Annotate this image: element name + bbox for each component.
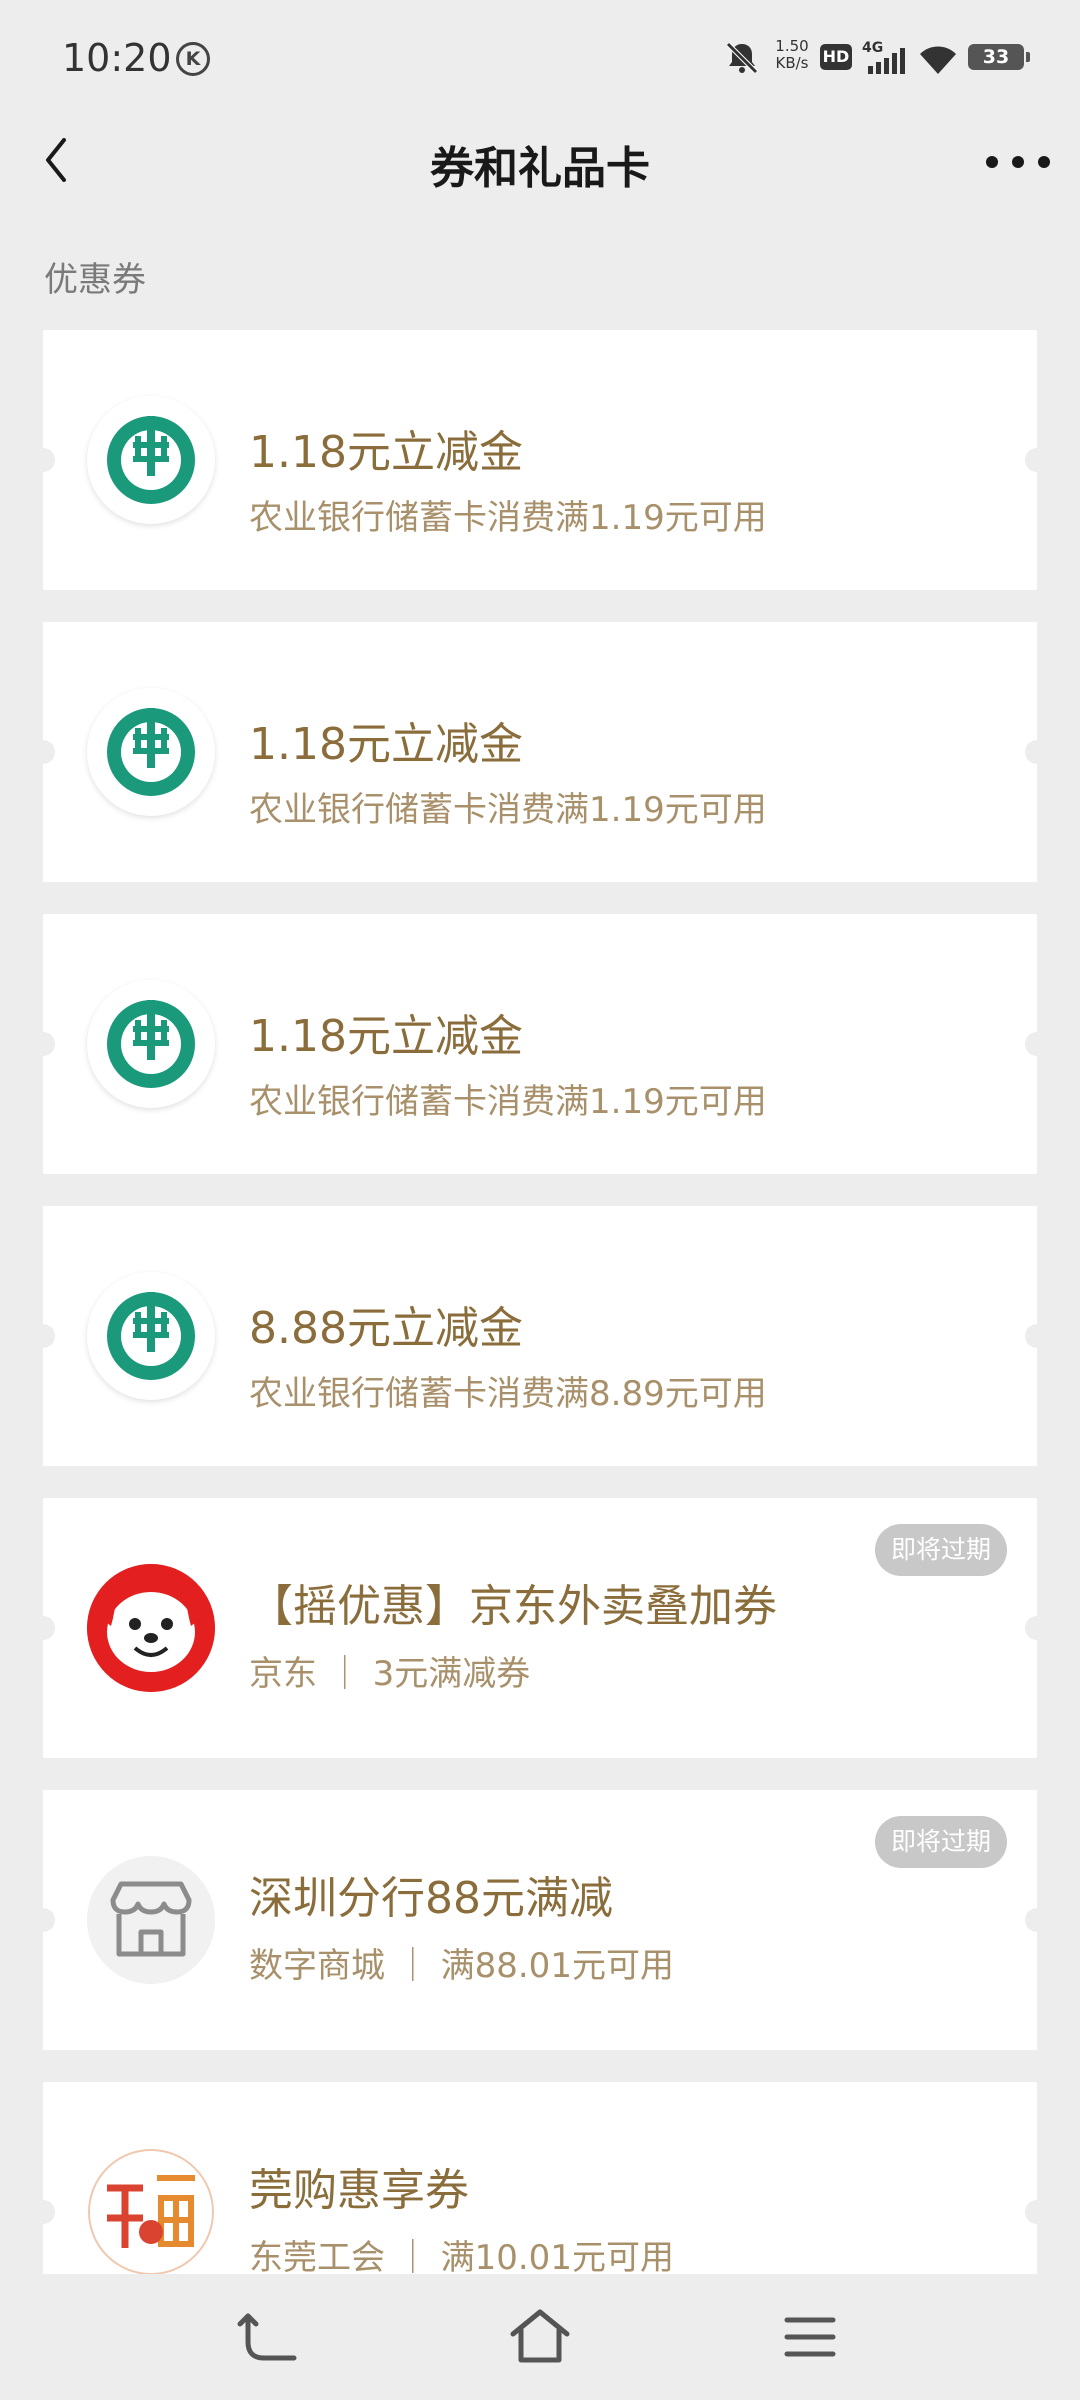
section-label-coupons: 优惠券 [44, 260, 146, 300]
network-type-label: 4G [862, 40, 883, 56]
coupon-title: 莞购惠享券 [249, 2165, 469, 2216]
coupon-card[interactable]: 即将过期 【摇优惠】京东外卖叠加券 京东 ｜ 3元满减券 [43, 1498, 1037, 1758]
coupon-subtitle: 京东 ｜ 3元满减券 [249, 1654, 531, 1694]
nav-back-icon[interactable] [234, 2302, 304, 2372]
coupon-card[interactable]: 1.18元立减金 农业银行储蓄卡消费满1.19元可用 [43, 914, 1037, 1174]
fu-character-logo [87, 2148, 215, 2274]
coupon-title: 1.18元立减金 [249, 719, 523, 770]
coupon-card[interactable]: 1.18元立减金 农业银行储蓄卡消费满1.19元可用 [43, 622, 1037, 882]
shop-icon [87, 1856, 215, 1984]
home-icon[interactable] [505, 2302, 575, 2372]
coupon-subtitle: 农业银行储蓄卡消费满8.89元可用 [249, 1374, 767, 1414]
hd-icon: HD [820, 44, 852, 70]
coupon-list: 1.18元立减金 农业银行储蓄卡消费满1.19元可用 1.18元立减金 农业银行… [43, 330, 1037, 2274]
battery-icon: 33 [968, 44, 1030, 70]
coupon-title: 8.88元立减金 [249, 1303, 523, 1354]
status-bar: 10:20 K 1.50 KB/s HD 4G 33 [0, 0, 1080, 110]
mute-bell-icon [726, 42, 758, 74]
coupon-subtitle: 农业银行储蓄卡消费满1.19元可用 [249, 1082, 767, 1122]
expiring-badge: 即将过期 [874, 1524, 1007, 1576]
coupon-subtitle: 数字商城 ｜ 满88.01元可用 [249, 1946, 674, 1986]
k-app-icon: K [176, 42, 210, 76]
coupon-title: 深圳分行88元满减 [249, 1873, 613, 1924]
abc-bank-logo [87, 980, 215, 1108]
abc-bank-logo [87, 1272, 215, 1400]
coupon-card[interactable]: 莞购惠享券 东莞工会 ｜ 满10.01元可用 [43, 2082, 1037, 2274]
top-navigation-bar: 券和礼品卡 [0, 110, 1080, 216]
coupon-subtitle: 农业银行储蓄卡消费满1.19元可用 [249, 790, 767, 830]
coupon-card[interactable]: 8.88元立减金 农业银行储蓄卡消费满8.89元可用 [43, 1206, 1037, 1466]
jd-dog-logo [87, 1564, 215, 1692]
abc-bank-logo [87, 688, 215, 816]
net-speed: 1.50 KB/s [768, 38, 816, 72]
abc-bank-logo [87, 396, 215, 524]
net-speed-value: 1.50 [775, 37, 809, 55]
coupon-card[interactable]: 1.18元立减金 农业银行储蓄卡消费满1.19元可用 [43, 330, 1037, 590]
page-title: 券和礼品卡 [430, 143, 650, 194]
menu-icon[interactable] [775, 2302, 845, 2372]
expiring-badge: 即将过期 [874, 1816, 1007, 1868]
system-navigation-bar [0, 2274, 1080, 2400]
coupon-title: 【摇优惠】京东外卖叠加券 [249, 1581, 777, 1632]
signal-4g-icon: 4G [862, 40, 905, 74]
coupon-subtitle: 东莞工会 ｜ 满10.01元可用 [249, 2238, 674, 2274]
coupon-card[interactable]: 即将过期 深圳分行88元满减 数字商城 ｜ 满88.01元可用 [43, 1790, 1037, 2050]
coupon-title: 1.18元立减金 [249, 1011, 523, 1062]
coupon-title: 1.18元立减金 [249, 427, 523, 478]
status-time: 10:20 [62, 36, 172, 80]
coupon-subtitle: 农业银行储蓄卡消费满1.19元可用 [249, 498, 767, 538]
wifi-icon [920, 46, 956, 74]
more-dots-icon[interactable] [986, 134, 1050, 190]
net-speed-unit: KB/s [775, 54, 809, 72]
